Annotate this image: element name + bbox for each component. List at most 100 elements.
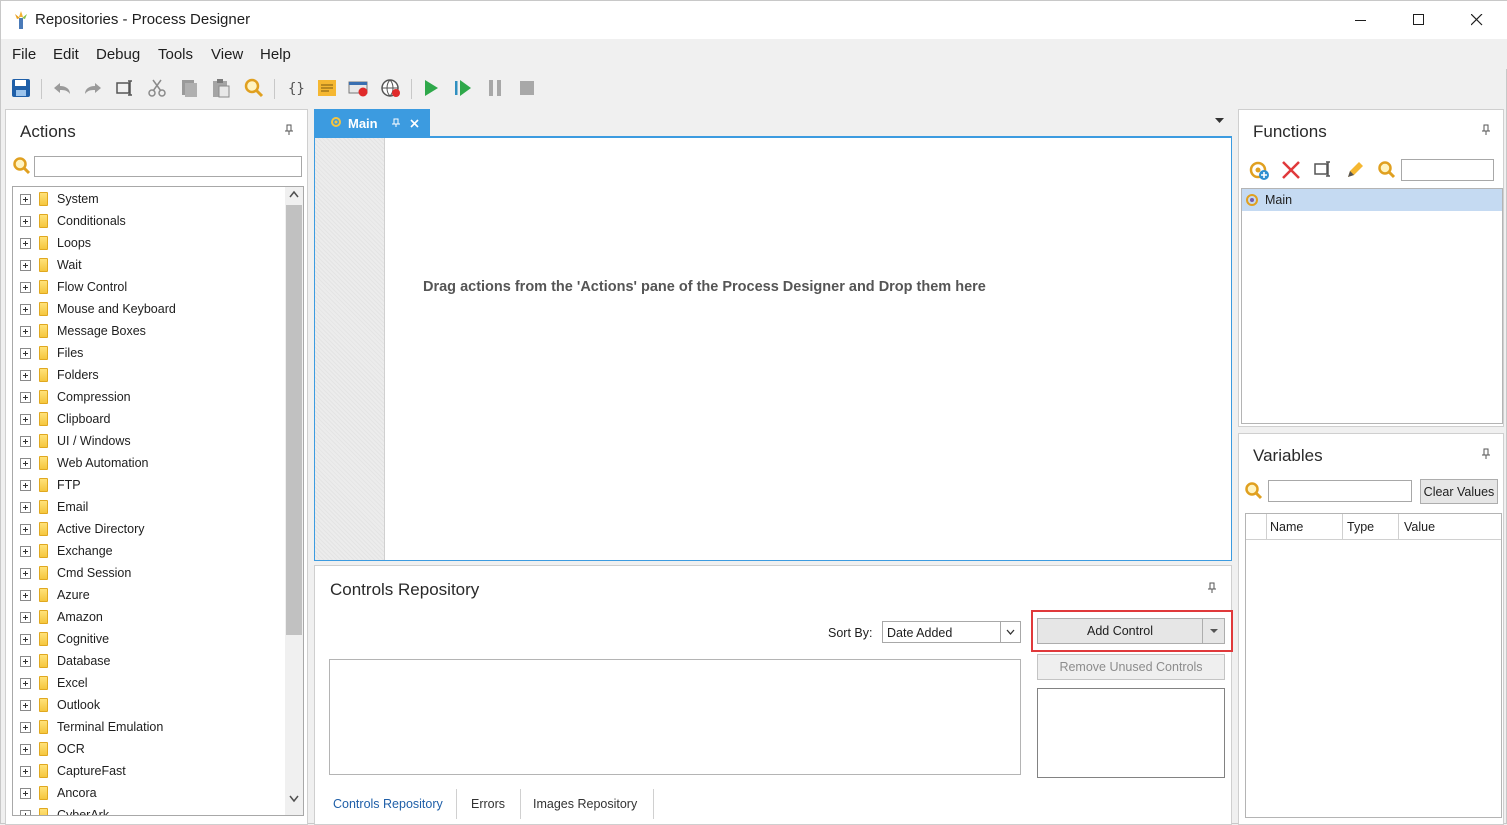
expand-icon[interactable]	[20, 347, 31, 359]
expand-icon[interactable]	[20, 655, 31, 667]
expand-icon[interactable]	[20, 699, 31, 711]
minimize-button[interactable]	[1332, 1, 1390, 39]
tree-item[interactable]: CaptureFast	[13, 760, 283, 782]
maximize-button[interactable]	[1390, 1, 1448, 39]
tree-item[interactable]: Azure	[13, 584, 283, 606]
delete-function-icon[interactable]	[1281, 160, 1301, 183]
expand-icon[interactable]	[20, 193, 31, 205]
scrollbar-thumb[interactable]	[286, 205, 302, 635]
pin-icon[interactable]	[284, 124, 294, 139]
tree-item[interactable]: Conditionals	[13, 210, 283, 232]
tab-main[interactable]: Main	[314, 109, 430, 137]
save-icon[interactable]	[9, 77, 33, 99]
expand-icon[interactable]	[20, 743, 31, 755]
column-type[interactable]: Type	[1347, 520, 1374, 534]
pause-icon[interactable]	[483, 77, 507, 99]
expand-icon[interactable]	[20, 237, 31, 249]
tree-item[interactable]: Excel	[13, 672, 283, 694]
edit-function-icon[interactable]	[1345, 160, 1365, 183]
clear-values-button[interactable]: Clear Values	[1420, 479, 1498, 504]
find-icon[interactable]	[242, 77, 266, 99]
tab-list-dropdown-icon[interactable]	[1215, 116, 1224, 126]
expand-icon[interactable]	[20, 567, 31, 579]
step-run-icon[interactable]	[451, 77, 475, 99]
tree-item[interactable]: Amazon	[13, 606, 283, 628]
tree-item[interactable]: Cognitive	[13, 628, 283, 650]
tree-item[interactable]: Cmd Session	[13, 562, 283, 584]
scroll-down-icon[interactable]	[289, 795, 299, 805]
menu-help[interactable]: Help	[260, 46, 291, 63]
redo-icon[interactable]	[81, 77, 105, 99]
expand-icon[interactable]	[20, 479, 31, 491]
sort-by-select[interactable]: Date Added	[882, 621, 1021, 643]
expand-icon[interactable]	[20, 589, 31, 601]
tree-item[interactable]: Active Directory	[13, 518, 283, 540]
tree-item[interactable]: Database	[13, 650, 283, 672]
functions-search-input[interactable]	[1401, 159, 1494, 181]
menu-edit[interactable]: Edit	[53, 46, 79, 63]
expand-icon[interactable]	[20, 325, 31, 337]
designer-canvas[interactable]: Drag actions from the 'Actions' pane of …	[314, 138, 1232, 561]
add-control-button[interactable]: Add Control	[1037, 618, 1203, 644]
expand-icon[interactable]	[20, 501, 31, 513]
stop-icon[interactable]	[515, 77, 539, 99]
add-function-icon[interactable]	[1249, 160, 1271, 183]
column-value[interactable]: Value	[1404, 520, 1435, 534]
tab-close-icon[interactable]	[410, 116, 419, 131]
expand-icon[interactable]	[20, 303, 31, 315]
tree-item[interactable]: Email	[13, 496, 283, 518]
controls-list[interactable]	[329, 659, 1021, 775]
tree-item[interactable]: Exchange	[13, 540, 283, 562]
menu-tools[interactable]: Tools	[158, 46, 193, 63]
cut-icon[interactable]	[145, 77, 169, 99]
paste-icon[interactable]	[209, 77, 233, 99]
tree-item[interactable]: Files	[13, 342, 283, 364]
tree-item[interactable]: CyberArk	[13, 804, 283, 815]
tree-item[interactable]: Web Automation	[13, 452, 283, 474]
close-button[interactable]	[1448, 1, 1506, 39]
undo-icon[interactable]	[50, 77, 74, 99]
tree-item[interactable]: Message Boxes	[13, 320, 283, 342]
menu-view[interactable]: View	[211, 46, 243, 63]
expand-icon[interactable]	[20, 787, 31, 799]
actions-search-input[interactable]	[34, 156, 302, 177]
tree-item[interactable]: UI / Windows	[13, 430, 283, 452]
variables-search-input[interactable]	[1268, 480, 1412, 502]
tree-item[interactable]: Outlook	[13, 694, 283, 716]
tree-item[interactable]: Folders	[13, 364, 283, 386]
tree-item[interactable]: Mouse and Keyboard	[13, 298, 283, 320]
expand-icon[interactable]	[20, 721, 31, 733]
braces-icon[interactable]: {}	[283, 77, 307, 99]
add-control-dropdown-icon[interactable]	[1203, 618, 1225, 644]
menu-file[interactable]: File	[12, 46, 36, 63]
run-icon[interactable]	[419, 77, 443, 99]
tab-images-repository[interactable]: Images Repository	[533, 797, 637, 811]
expand-icon[interactable]	[20, 523, 31, 535]
expand-icon[interactable]	[20, 391, 31, 403]
expand-icon[interactable]	[20, 215, 31, 227]
pin-icon[interactable]	[1481, 448, 1491, 463]
tree-item[interactable]: Clipboard	[13, 408, 283, 430]
function-item-main[interactable]: Main	[1242, 189, 1502, 211]
web-recorder-icon[interactable]	[379, 77, 403, 99]
expand-icon[interactable]	[20, 633, 31, 645]
column-name[interactable]: Name	[1270, 520, 1303, 534]
expand-icon[interactable]	[20, 281, 31, 293]
tree-item[interactable]: System	[13, 188, 283, 210]
pin-icon[interactable]	[1481, 124, 1491, 139]
expand-icon[interactable]	[20, 677, 31, 689]
remove-unused-controls-button[interactable]: Remove Unused Controls	[1037, 654, 1225, 680]
tree-item[interactable]: Compression	[13, 386, 283, 408]
expand-icon[interactable]	[20, 435, 31, 447]
expand-icon[interactable]	[20, 259, 31, 271]
expand-icon[interactable]	[20, 765, 31, 777]
tree-item[interactable]: Ancora	[13, 782, 283, 804]
chevron-down-icon[interactable]	[1000, 622, 1020, 642]
rename-icon[interactable]	[113, 77, 137, 99]
copy-icon[interactable]	[177, 77, 201, 99]
scroll-up-icon[interactable]	[289, 190, 299, 200]
tree-item[interactable]: OCR	[13, 738, 283, 760]
tree-item[interactable]: Wait	[13, 254, 283, 276]
expand-icon[interactable]	[20, 457, 31, 469]
expand-icon[interactable]	[20, 369, 31, 381]
